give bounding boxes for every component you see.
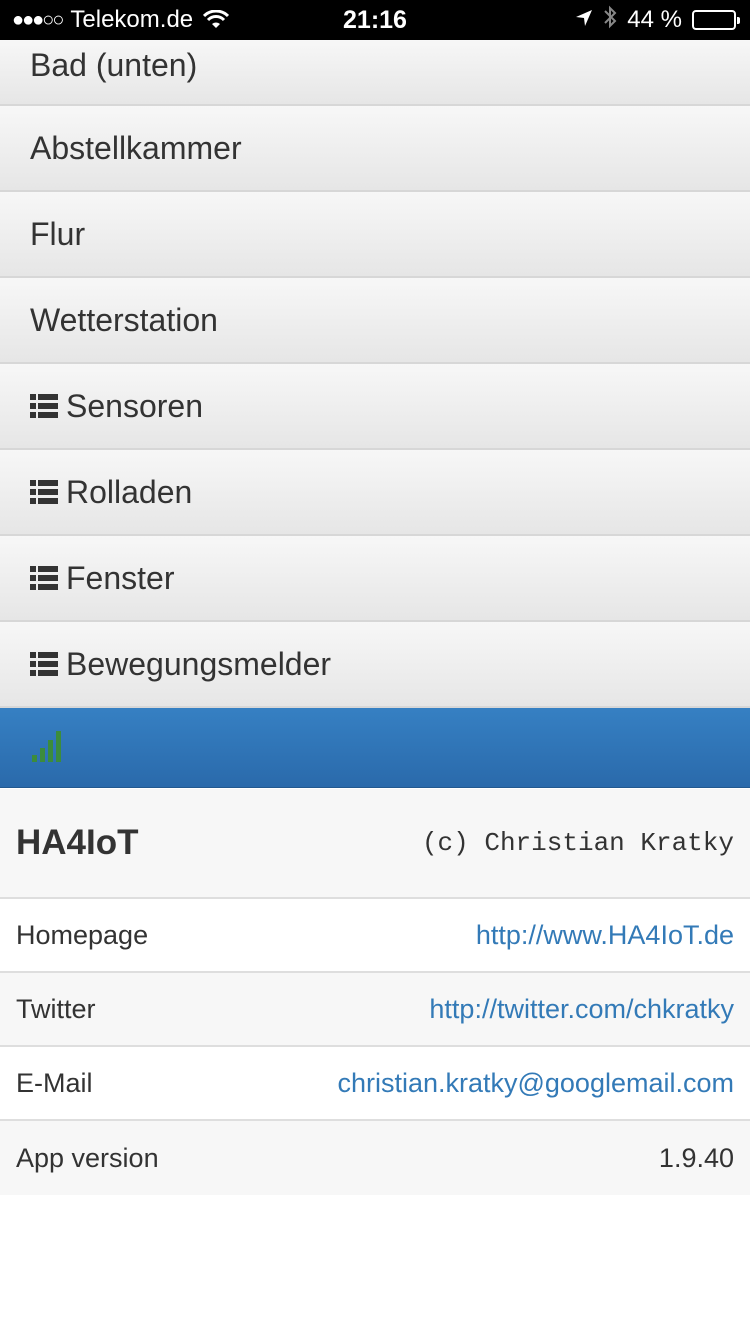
- app-version-label: App version: [16, 1142, 159, 1173]
- menu-item-label: Abstellkammer: [30, 129, 242, 166]
- list-icon: [30, 394, 58, 418]
- about-header: HA4IoT (c) Christian Kratky: [0, 789, 750, 899]
- twitter-row: Twitter http://twitter.com/chkratky: [0, 973, 750, 1047]
- about-panel: HA4IoT (c) Christian Kratky Homepage htt…: [0, 789, 750, 1195]
- homepage-link[interactable]: http://www.HA4IoT.de: [476, 920, 734, 951]
- list-icon: [30, 652, 58, 676]
- menu-item-flur[interactable]: Flur: [0, 192, 750, 278]
- twitter-label: Twitter: [16, 993, 96, 1024]
- list-icon: [30, 480, 58, 504]
- menu-item-bewegungsmelder[interactable]: Bewegungsmelder: [0, 622, 750, 708]
- menu-item-label: Sensoren: [66, 387, 203, 424]
- menu-item-label: Flur: [30, 215, 86, 252]
- app-title: HA4IoT: [16, 823, 139, 862]
- menu-item-rolladen[interactable]: Rolladen: [0, 450, 750, 536]
- list-icon: [30, 566, 58, 590]
- copyright-text: (c) Christian Kratky: [421, 828, 734, 858]
- twitter-link[interactable]: http://twitter.com/chkratky: [429, 994, 734, 1025]
- battery-percent: 44 %: [627, 6, 682, 33]
- homepage-row: Homepage http://www.HA4IoT.de: [0, 899, 750, 973]
- status-bar: ●●●○○ Telekom.de 21:16 44 %: [0, 0, 750, 40]
- homepage-label: Homepage: [16, 919, 149, 950]
- status-right: 44 %: [575, 0, 740, 40]
- menu-item-bad-unten[interactable]: Bad (unten): [0, 40, 750, 106]
- room-menu: Bad (unten) Abstellkammer Flur Wettersta…: [0, 40, 750, 708]
- navigation-bar: [0, 708, 750, 788]
- menu-item-abstellkammer[interactable]: Abstellkammer: [0, 106, 750, 192]
- menu-item-label: Bewegungsmelder: [66, 645, 332, 682]
- menu-item-label: Rolladen: [66, 473, 193, 510]
- signal-bars-icon[interactable]: [30, 728, 64, 769]
- email-row: E-Mail christian.kratky@googlemail.com: [0, 1047, 750, 1121]
- email-link[interactable]: christian.kratky@googlemail.com: [337, 1068, 734, 1099]
- menu-item-label: Wetterstation: [30, 301, 218, 338]
- app-version-row: App version 1.9.40: [0, 1121, 750, 1195]
- menu-item-label: Fenster: [66, 559, 175, 596]
- battery-icon: [692, 10, 740, 30]
- email-label: E-Mail: [16, 1067, 93, 1098]
- menu-item-fenster[interactable]: Fenster: [0, 536, 750, 622]
- menu-item-wetterstation[interactable]: Wetterstation: [0, 278, 750, 364]
- menu-item-sensoren[interactable]: Sensoren: [0, 364, 750, 450]
- bluetooth-icon: [603, 5, 617, 36]
- app-version-value: 1.9.40: [658, 1142, 734, 1173]
- location-arrow-icon: [575, 6, 593, 34]
- menu-item-label: Bad (unten): [30, 46, 198, 83]
